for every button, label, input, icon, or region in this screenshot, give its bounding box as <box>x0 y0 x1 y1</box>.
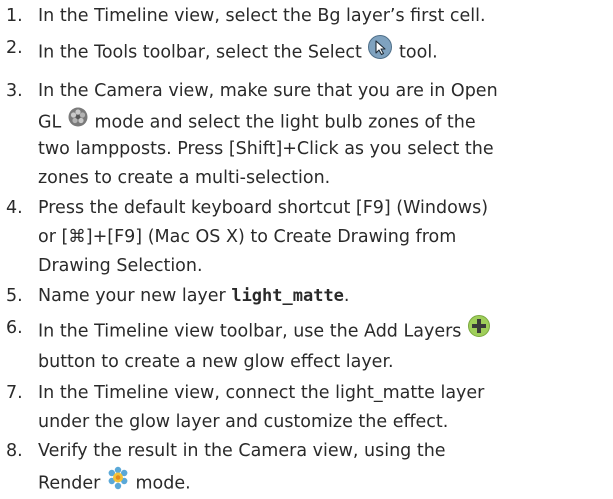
step-number: 7. <box>6 383 23 403</box>
step-text-line: Name your new layer light_matte. <box>38 284 350 308</box>
step-number: 8. <box>6 441 23 461</box>
step-text: In the Tools toolbar, select the Select <box>38 42 362 63</box>
step-text: In the Timeline view toolbar, use the Ad… <box>38 321 462 342</box>
step-text-line: Drawing Selection. <box>38 256 203 276</box>
step-text: tool. <box>399 42 438 63</box>
step-text-line: button to create a new glow effect layer… <box>38 352 394 372</box>
step-number: 2. <box>6 38 23 58</box>
step-text: GL <box>38 112 62 133</box>
step-text-line: In the Timeline view, connect the light_… <box>38 383 485 403</box>
step-text-line: In the Timeline view, select the Bg laye… <box>38 6 486 26</box>
add-layers-icon <box>467 314 491 345</box>
step-number: 6. <box>6 318 23 338</box>
step-number: 4. <box>6 198 23 218</box>
step-text-line: Press the default keyboard shortcut [F9]… <box>38 198 489 218</box>
layer-name-code: light_matte <box>231 286 344 306</box>
step-text-line: In the Timeline view toolbar, use the Ad… <box>38 314 491 347</box>
step-text: mode. <box>135 473 191 494</box>
opengl-mode-icon <box>67 106 89 135</box>
step-text-line: Verify the result in the Camera view, us… <box>38 441 446 461</box>
step-number: 5. <box>6 286 23 306</box>
step-text: . <box>343 286 350 306</box>
step-text-line: GL mode and select the light bulb zones … <box>38 106 476 137</box>
step-text: Render <box>38 473 101 494</box>
step-text-line: In the Tools toolbar, select the Select … <box>38 34 438 69</box>
step-number: 1. <box>6 6 23 26</box>
step-text-line: zones to create a multi-selection. <box>38 168 331 188</box>
step-text-line: or [⌘]+[F9] (Mac OS X) to Create Drawing… <box>38 227 457 247</box>
step-text: Name your new layer <box>38 286 226 306</box>
step-text-line: under the glow layer and customize the e… <box>38 412 449 432</box>
step-text-line: In the Camera view, make sure that you a… <box>38 81 498 101</box>
step-text: mode and select the light bulb zones of … <box>94 112 476 133</box>
step-text-line: two lampposts. Press [Shift]+Click as yo… <box>38 139 494 159</box>
select-arrow-icon <box>367 34 393 67</box>
step-text-line: Render mode. <box>38 466 191 499</box>
step-number: 3. <box>6 81 23 101</box>
render-mode-icon <box>106 466 130 497</box>
